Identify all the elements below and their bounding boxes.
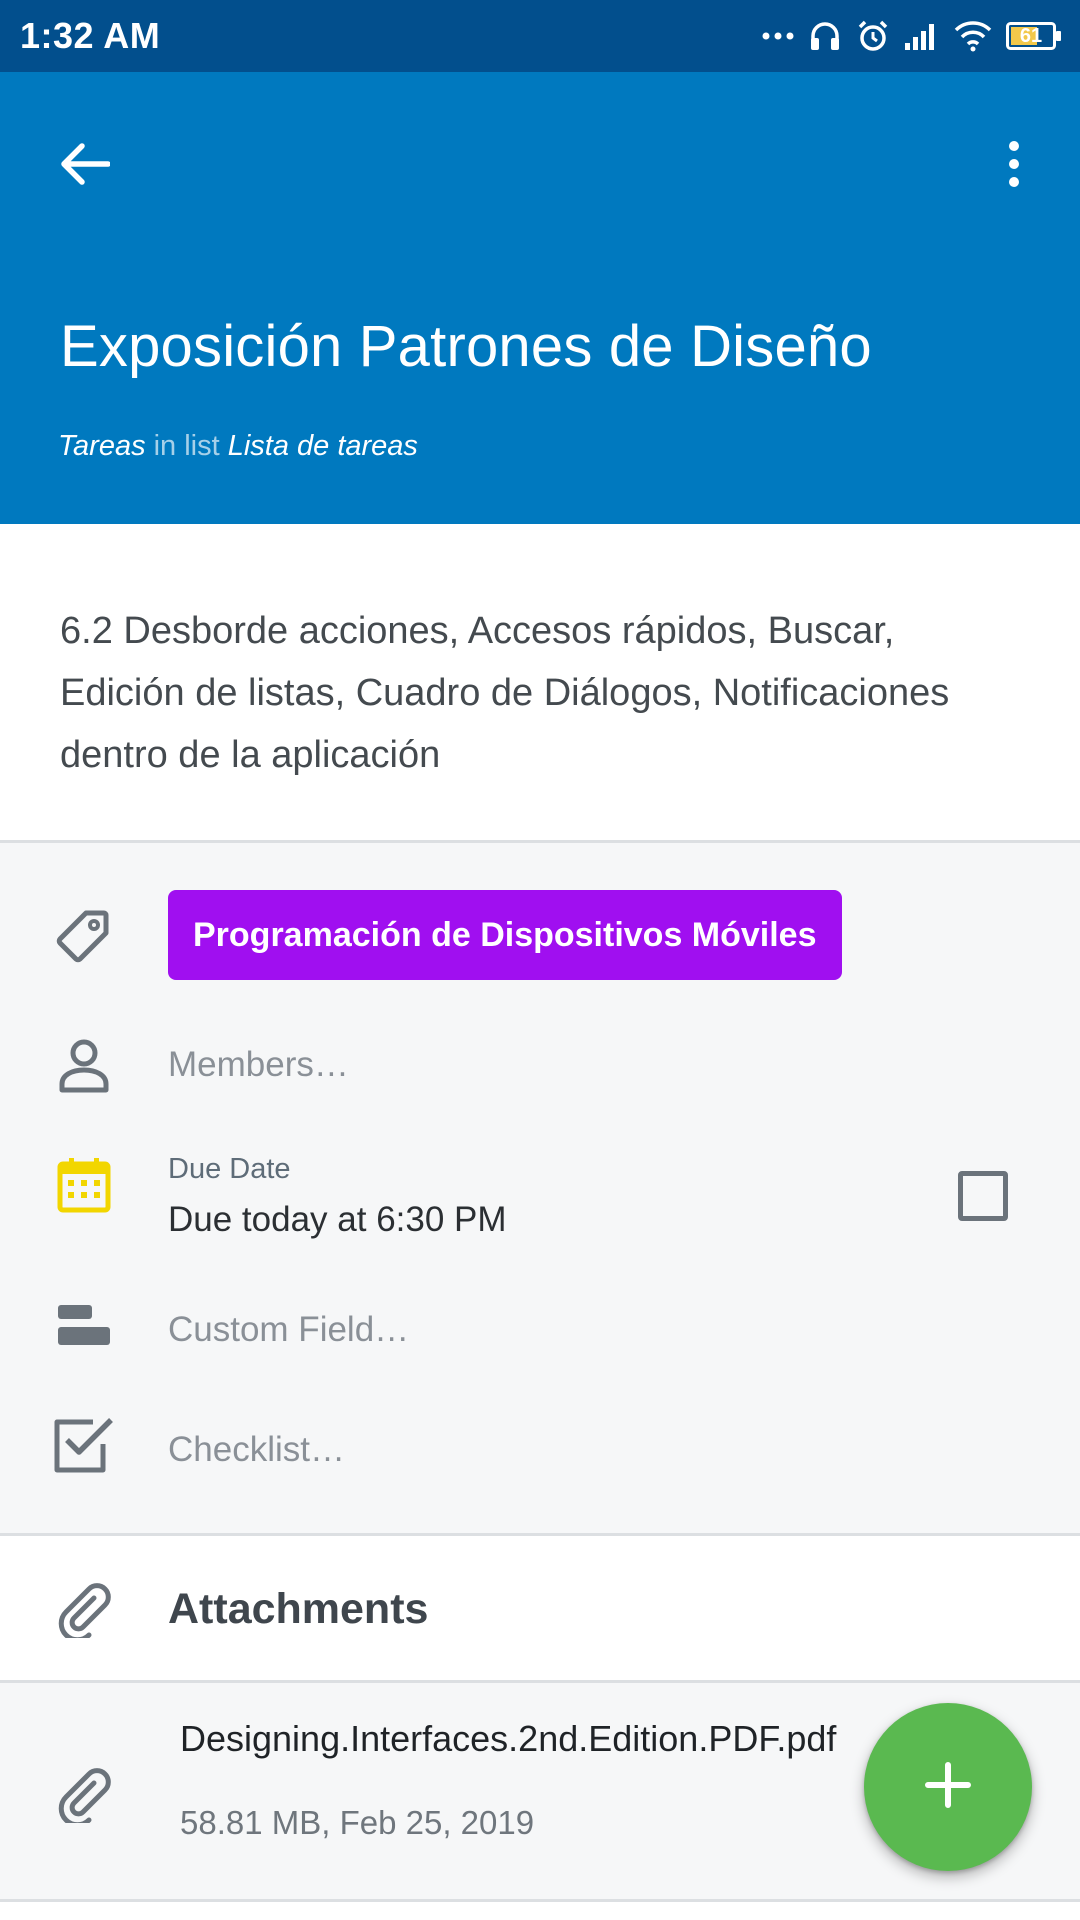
- status-icons: 61: [762, 16, 1062, 56]
- paperclip-icon: [52, 1761, 116, 1825]
- divider: [0, 1899, 1080, 1902]
- list-link[interactable]: Lista de tareas: [228, 430, 418, 462]
- card-description[interactable]: 6.2 Desborde acciones, Accesos rápidos, …: [60, 600, 1020, 786]
- checklist-icon: [52, 1413, 116, 1477]
- overflow-menu-button[interactable]: [978, 126, 1050, 206]
- paperclip-icon: [52, 1576, 116, 1640]
- signal-icon: [904, 21, 940, 51]
- alarm-icon: [856, 19, 890, 53]
- card-title[interactable]: Exposición Patrones de Diseño: [60, 312, 1040, 382]
- attachments-header: Attachments: [0, 1536, 1080, 1680]
- due-date-value[interactable]: Due today at 6:30 PM: [168, 1198, 507, 1242]
- person-icon: [52, 1033, 116, 1097]
- card-header: Exposición Patrones de Diseño Tareas in l…: [0, 72, 1080, 524]
- checklist-field[interactable]: Checklist…: [168, 1428, 345, 1472]
- label-chip[interactable]: Programación de Dispositivos Móviles: [168, 890, 842, 980]
- back-button[interactable]: [44, 126, 124, 206]
- back-arrow-icon: [58, 142, 111, 191]
- battery-level: 61: [1019, 25, 1043, 47]
- add-button[interactable]: [864, 1703, 1032, 1871]
- custom-field[interactable]: Custom Field…: [168, 1308, 409, 1352]
- due-complete-checkbox[interactable]: [958, 1171, 1008, 1221]
- location-separator: in list: [153, 430, 220, 462]
- overflow-menu-icon: [1008, 140, 1020, 193]
- wifi-icon: [954, 20, 992, 52]
- due-date-caption: Due Date: [168, 1153, 291, 1185]
- headset-icon: [808, 19, 842, 53]
- calendar-icon: [52, 1153, 116, 1217]
- attachment-name: Designing.Interfaces.2nd.Edition.PDF.pdf: [180, 1718, 837, 1759]
- battery-icon: 61: [1006, 22, 1062, 50]
- board-link[interactable]: Tareas: [58, 430, 146, 462]
- more-dots-icon: [762, 31, 794, 41]
- plus-icon: [924, 1761, 972, 1814]
- status-bar: 1:32 AM 61: [0, 0, 1080, 72]
- custom-field-icon: [52, 1293, 116, 1357]
- status-time: 1:32 AM: [20, 15, 161, 56]
- card-details: Programación de Dispositivos Móviles Mem…: [0, 843, 1080, 1533]
- members-field[interactable]: Members…: [168, 1043, 349, 1087]
- attachment-meta: 58.81 MB, Feb 25, 2019: [180, 1804, 535, 1841]
- tag-icon: [52, 903, 116, 967]
- card-location: Tareas in list Lista de tareas: [58, 428, 418, 464]
- attachments-title: Attachments: [168, 1585, 429, 1633]
